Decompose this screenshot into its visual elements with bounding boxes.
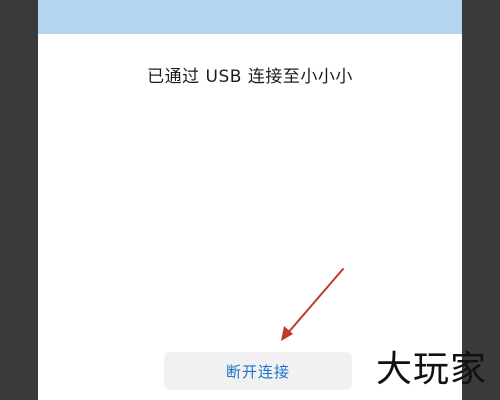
screen: 已通过 USB 连接至小小小 断开连接 大玩家 <box>0 0 500 400</box>
disconnect-button[interactable]: 断开连接 <box>164 352 352 390</box>
watermark-logo: 大玩家 <box>376 349 488 390</box>
dialog-header <box>38 0 462 34</box>
connection-status-message: 已通过 USB 连接至小小小 <box>147 67 353 87</box>
usb-connection-dialog: 已通过 USB 连接至小小小 断开连接 <box>38 0 462 400</box>
